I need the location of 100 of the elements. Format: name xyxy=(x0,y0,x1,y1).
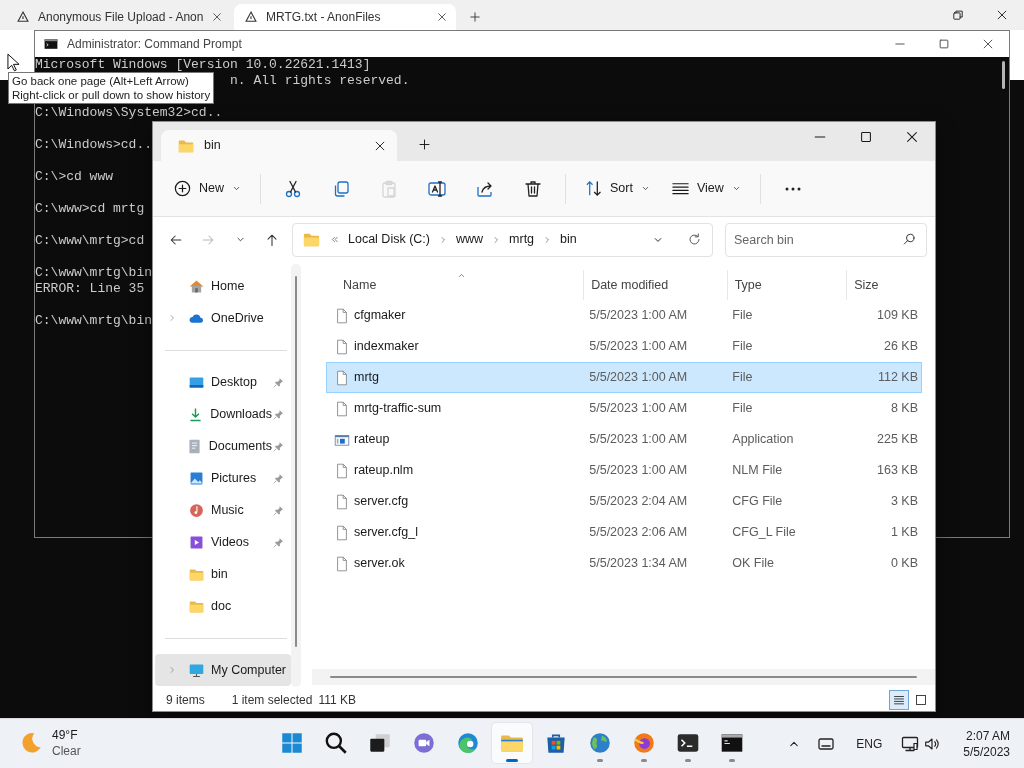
view-button[interactable]: View xyxy=(660,171,752,206)
breadcrumb[interactable]: bin xyxy=(560,230,577,249)
file-row[interactable]: server.ok 5/5/2023 1:34 AM OK File 0 KB xyxy=(326,548,922,579)
file-size: 0 KB xyxy=(889,555,919,573)
file-icon xyxy=(334,524,350,541)
file-type: File xyxy=(731,307,754,325)
file-name: server.cfg xyxy=(354,493,409,511)
close-tab-icon[interactable] xyxy=(436,11,448,23)
tooltip: Go back one page (Alt+Left Arrow) Right-click or pull down to show history xyxy=(8,72,215,104)
console-line: C:\>cd www xyxy=(35,169,113,184)
item-count: 9 items xyxy=(166,692,205,709)
browser-icon xyxy=(455,730,481,756)
clock-time[interactable]: 2:07 AM xyxy=(965,728,1010,744)
modified-date: 5/5/2023 2:06 AM xyxy=(588,524,689,542)
column-header[interactable]: Name xyxy=(326,270,584,300)
selection-size: 111 KB xyxy=(318,692,356,709)
nav-item[interactable]: Pictures xyxy=(155,462,291,494)
close-icon[interactable] xyxy=(904,129,920,145)
rename-icon[interactable] xyxy=(427,178,447,199)
language-indicator[interactable]: ENG xyxy=(856,735,883,753)
nav-item[interactable]: OneDrive xyxy=(155,302,291,334)
site-icon xyxy=(244,10,258,24)
double-chevron-icon[interactable] xyxy=(329,234,340,245)
modified-date: 5/5/2023 1:00 AM xyxy=(588,338,689,356)
music-icon xyxy=(188,501,205,519)
browser-tab[interactable]: MRTG.txt - AnonFiles xyxy=(234,4,456,30)
column-header[interactable]: Type xyxy=(726,270,847,300)
trash-icon[interactable] xyxy=(523,178,543,199)
browser-tab[interactable]: Anonymous File Upload - Anon xyxy=(6,4,228,30)
nav-item[interactable]: Home xyxy=(155,270,291,302)
file-explorer-button[interactable] xyxy=(492,723,532,763)
search-field[interactable]: Search bin xyxy=(725,222,927,257)
file-row[interactable]: rateup 5/5/2023 1:00 AM Application 225 KB xyxy=(326,424,922,455)
console-line: n. All rights reserved. xyxy=(230,73,410,88)
console-line: C:\Windows>cd.. xyxy=(35,137,153,152)
console-line: C:\www>cd mrtg xyxy=(35,201,145,216)
new-tab-icon[interactable] xyxy=(417,137,432,152)
scrollbar[interactable] xyxy=(1002,61,1005,89)
file-row[interactable]: mrtg 5/5/2023 1:00 AM File 112 KB xyxy=(326,362,922,393)
video-chat-icon xyxy=(411,730,437,756)
close-icon[interactable] xyxy=(981,37,995,51)
breadcrumb[interactable]: mrtg xyxy=(509,230,535,249)
file-size: 1 KB xyxy=(889,524,919,542)
clock-date[interactable]: 5/5/2023 xyxy=(963,744,1010,760)
file-size: 163 KB xyxy=(876,462,919,480)
close-tab-icon[interactable] xyxy=(211,11,224,23)
network-icon[interactable] xyxy=(900,734,921,754)
new-button[interactable]: New xyxy=(163,171,252,206)
nav-item[interactable]: Videos xyxy=(155,526,291,558)
file-size: 3 KB xyxy=(889,493,919,511)
file-size: 112 KB xyxy=(876,369,919,387)
weather-temperature[interactable]: 49°F xyxy=(52,727,81,743)
nav-item[interactable]: Documents xyxy=(155,430,291,462)
explorer-tab[interactable]: bin xyxy=(161,130,397,161)
nav-item[interactable]: bin xyxy=(155,558,291,590)
file-row[interactable]: mrtg-traffic-sum 5/5/2023 1:00 AM File 8 KB xyxy=(326,393,922,424)
nav-item[interactable]: My Computer xyxy=(155,654,291,686)
file-icon xyxy=(334,400,350,417)
column-header[interactable]: Date modified xyxy=(583,270,727,300)
breadcrumb[interactable]: Local Disk (C:) xyxy=(348,230,430,249)
restore-icon[interactable] xyxy=(951,8,965,22)
nav-item[interactable]: Downloads xyxy=(155,398,291,430)
globe-icon xyxy=(587,730,613,756)
file-row[interactable]: server.cfg_l 5/5/2023 2:06 AM CFG_L File 1 KB xyxy=(326,517,922,548)
scrollbar[interactable] xyxy=(312,669,935,685)
add-icon xyxy=(173,179,192,198)
selection-count: 1 item selected xyxy=(231,692,313,709)
file-row[interactable]: cfgmaker 5/5/2023 1:00 AM File 109 KB xyxy=(326,300,922,331)
modified-date: 5/5/2023 1:00 AM xyxy=(588,400,689,418)
address-bar[interactable]: Local Disk (C:) www mrtg bin xyxy=(292,222,713,257)
modified-date: 5/5/2023 2:04 AM xyxy=(588,493,689,511)
file-row[interactable]: server.cfg 5/5/2023 2:04 AM CFG File 3 KB xyxy=(326,486,922,517)
file-name: rateup xyxy=(354,431,390,449)
console-line: C:\Windows\System32>cd.. xyxy=(35,105,223,120)
scissors-icon[interactable] xyxy=(283,178,303,199)
refresh-icon[interactable] xyxy=(687,232,702,247)
console-line: C:\www\mrtg>cd xyxy=(35,233,145,248)
file-size: 8 KB xyxy=(889,400,919,418)
file-row[interactable]: indexmaker 5/5/2023 1:00 AM File 26 KB xyxy=(326,331,922,362)
scrollbar[interactable] xyxy=(291,264,301,687)
file-type: CFG File xyxy=(731,493,784,511)
nav-item[interactable]: Music xyxy=(155,494,291,526)
nav-item[interactable]: doc xyxy=(155,590,291,622)
modified-date: 5/5/2023 1:00 AM xyxy=(588,369,689,387)
weather-condition[interactable]: Clear xyxy=(52,743,81,759)
console-line: C:\www\mrtg\bin xyxy=(35,313,153,328)
file-icon xyxy=(334,338,350,355)
file-row[interactable]: rateup.nlm 5/5/2023 1:00 AM NLM File 163 KB xyxy=(326,455,922,486)
details-view-icon[interactable] xyxy=(889,690,909,710)
file-icon xyxy=(334,307,350,324)
close-icon[interactable] xyxy=(995,8,1009,22)
column-header[interactable]: Size xyxy=(846,270,922,300)
breadcrumb[interactable]: www xyxy=(455,230,484,249)
nav-item[interactable]: Desktop xyxy=(155,366,291,398)
file-icon xyxy=(334,493,350,510)
search-icon[interactable] xyxy=(902,231,917,247)
browser-icon xyxy=(631,730,657,756)
sort-button[interactable]: Sort xyxy=(574,171,661,206)
maximize-icon[interactable] xyxy=(858,129,874,145)
file-icon xyxy=(334,369,350,386)
